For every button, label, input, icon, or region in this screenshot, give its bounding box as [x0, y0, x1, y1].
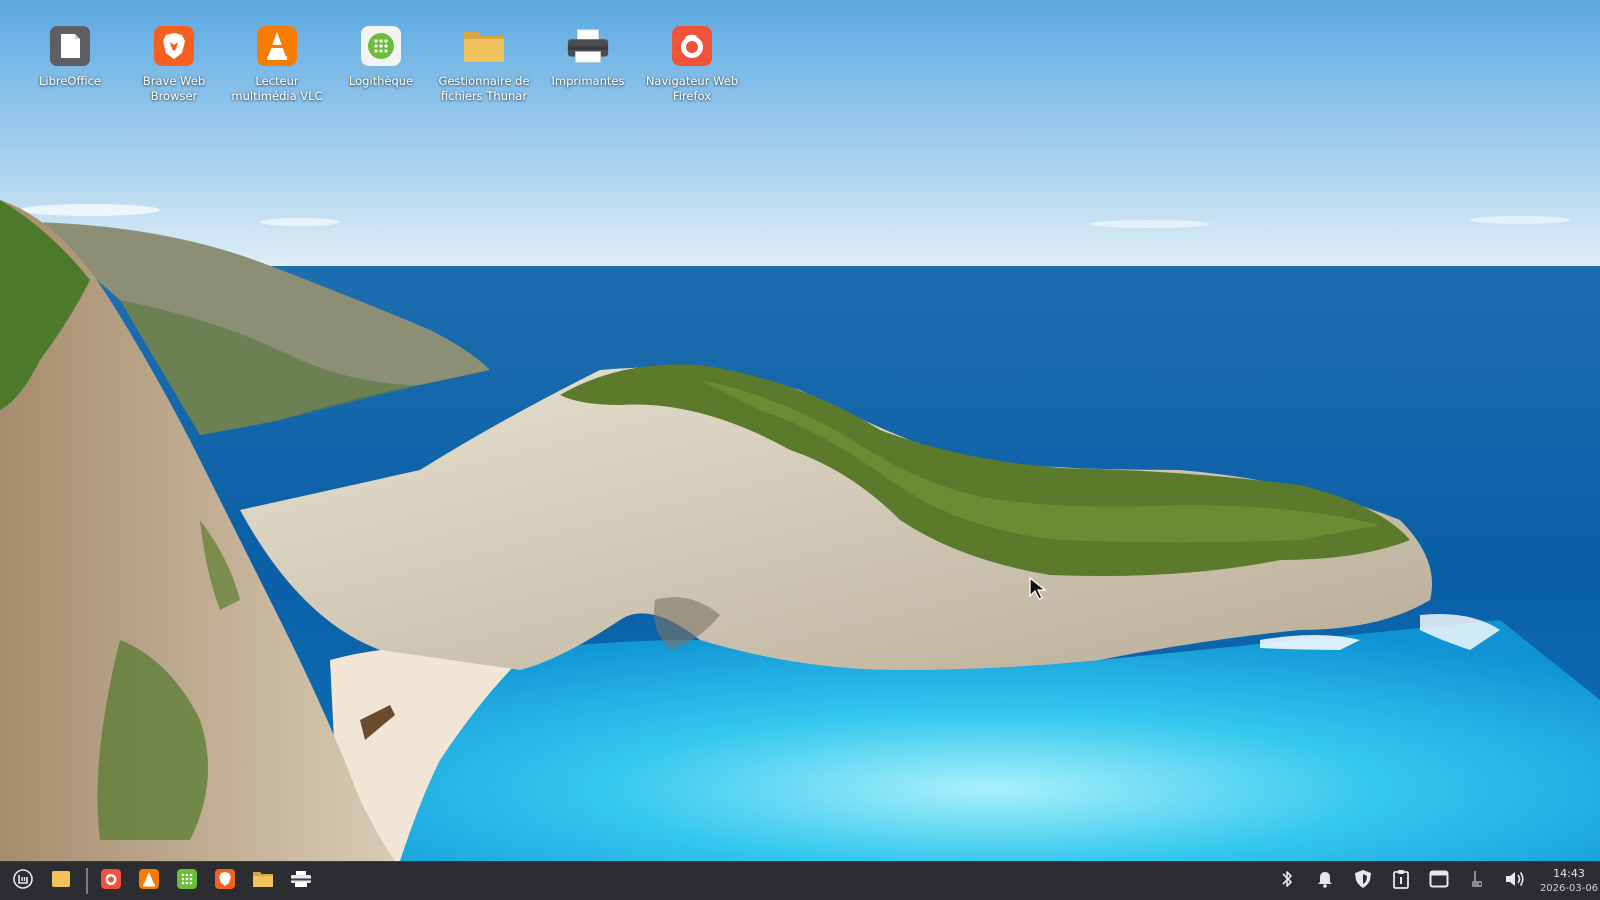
desktop-icon-logitheque[interactable]: Logithèque — [329, 20, 433, 89]
software-manager-icon — [359, 24, 403, 68]
show-desktop-button[interactable] — [44, 864, 78, 898]
tray-window[interactable] — [1422, 864, 1456, 898]
network-wired-icon — [1469, 869, 1485, 893]
folder-icon — [462, 24, 506, 68]
firefox-icon — [670, 24, 714, 68]
mouse-cursor-icon — [1029, 576, 1047, 605]
tray-security[interactable] — [1346, 864, 1380, 898]
desktop-icon-label: Lecteur multimédia VLC — [231, 74, 323, 103]
menu-button[interactable] — [6, 864, 40, 898]
desktop-icon-thunar[interactable]: Gestionnaire de fichiers Thunar — [432, 20, 536, 104]
desktop-icon-label: LibreOffice — [38, 74, 102, 88]
desktop-wallpaper — [0, 0, 1600, 861]
desktop-icon-firefox[interactable]: Navigateur Web Firefox — [640, 20, 744, 104]
tray-network[interactable] — [1460, 864, 1494, 898]
desktop-icon-label: Logithèque — [348, 74, 414, 88]
file-manager-icon — [252, 870, 274, 892]
panel-clock[interactable]: 14:43 2026-03-06 — [1538, 866, 1600, 896]
desktop-icon-brave[interactable]: Brave Web Browser — [122, 20, 226, 104]
printer-icon — [566, 24, 610, 68]
notifications-bell-icon — [1316, 870, 1334, 892]
menu-icon — [12, 868, 34, 894]
volume-icon — [1504, 869, 1526, 893]
libreoffice-icon — [48, 24, 92, 68]
panel-separator — [86, 868, 88, 894]
clock-date: 2026-03-06 — [1539, 883, 1599, 894]
tray-volume[interactable] — [1498, 864, 1532, 898]
system-tray: 14:43 2026-03-06 — [1266, 862, 1600, 900]
desktop-icon-label: Imprimantes — [551, 74, 625, 88]
printer-icon — [290, 870, 312, 892]
tray-clipboard[interactable] — [1384, 864, 1418, 898]
brave-icon — [152, 24, 196, 68]
launcher-printer[interactable] — [284, 864, 318, 898]
vlc-icon — [255, 24, 299, 68]
launcher-vlc[interactable] — [132, 864, 166, 898]
launcher-file-manager[interactable] — [246, 864, 280, 898]
desktop-icon-label: Navigateur Web Firefox — [645, 74, 739, 103]
tray-notifications[interactable] — [1308, 864, 1342, 898]
window-icon — [1429, 870, 1449, 892]
panel-launchers — [0, 862, 322, 900]
firefox-icon — [101, 869, 121, 893]
clock-time: 14:43 — [1553, 867, 1585, 880]
desktop-icon-label: Gestionnaire de fichiers Thunar — [438, 74, 530, 103]
taskbar-panel: 14:43 2026-03-06 — [0, 861, 1600, 900]
clipboard-icon — [1392, 869, 1410, 893]
vlc-icon — [139, 869, 159, 893]
launcher-brave[interactable] — [208, 864, 242, 898]
desktop-icon-libreoffice[interactable]: LibreOffice — [18, 20, 122, 89]
desktop-icon-imprimantes[interactable]: Imprimantes — [536, 20, 640, 89]
launcher-firefox[interactable] — [94, 864, 128, 898]
software-manager-icon — [177, 869, 197, 893]
brave-icon — [215, 869, 235, 893]
desktop-icon-label: Brave Web Browser — [142, 74, 206, 103]
desktop-icon-vlc[interactable]: Lecteur multimédia VLC — [225, 20, 329, 104]
launcher-logitheque[interactable] — [170, 864, 204, 898]
show-desktop-icon — [51, 870, 71, 892]
shield-icon — [1353, 869, 1373, 893]
bluetooth-icon — [1280, 869, 1294, 893]
tray-bluetooth[interactable] — [1270, 864, 1304, 898]
